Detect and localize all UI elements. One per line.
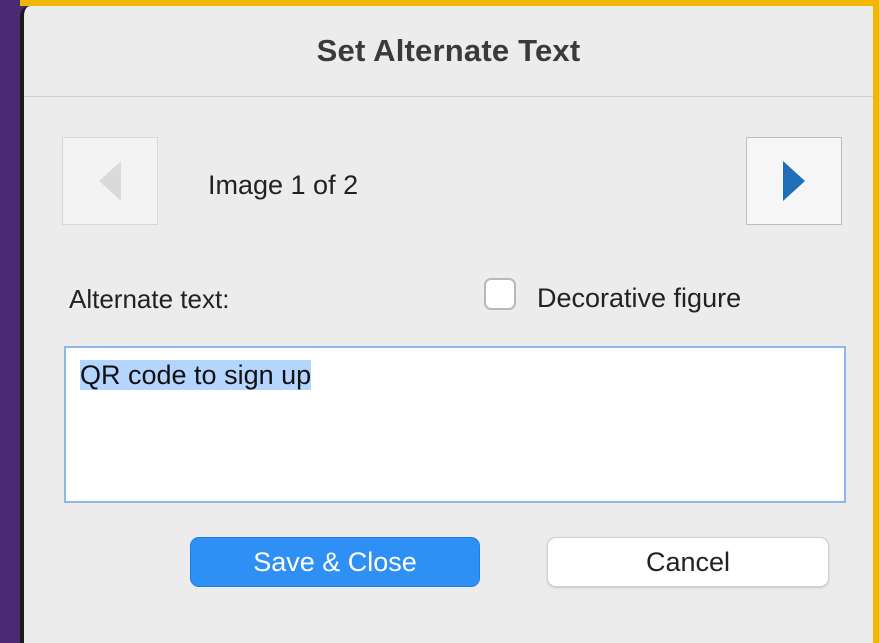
triangle-right-icon (783, 161, 805, 201)
background-strip (0, 0, 20, 643)
dialog-titlebar: Set Alternate Text (24, 6, 873, 97)
triangle-left-icon (99, 161, 121, 201)
cancel-button[interactable]: Cancel (547, 537, 829, 587)
alternate-text-value: QR code to sign up (80, 360, 312, 390)
alternate-text-label: Alternate text: (69, 284, 230, 314)
decorative-figure-checkbox[interactable] (484, 278, 516, 310)
previous-image-button[interactable] (62, 137, 158, 225)
next-image-button[interactable] (746, 137, 842, 225)
dialog-title: Set Alternate Text (316, 33, 581, 68)
image-counter: Image 1 of 2 (208, 170, 359, 200)
set-alternate-text-dialog: Set Alternate Text Image 1 of 2 Alternat… (20, 6, 873, 643)
decorative-figure-label[interactable]: Decorative figure (537, 283, 741, 314)
alternate-text-field[interactable]: QR code to sign up (64, 346, 846, 503)
save-and-close-button[interactable]: Save & Close (190, 537, 480, 587)
